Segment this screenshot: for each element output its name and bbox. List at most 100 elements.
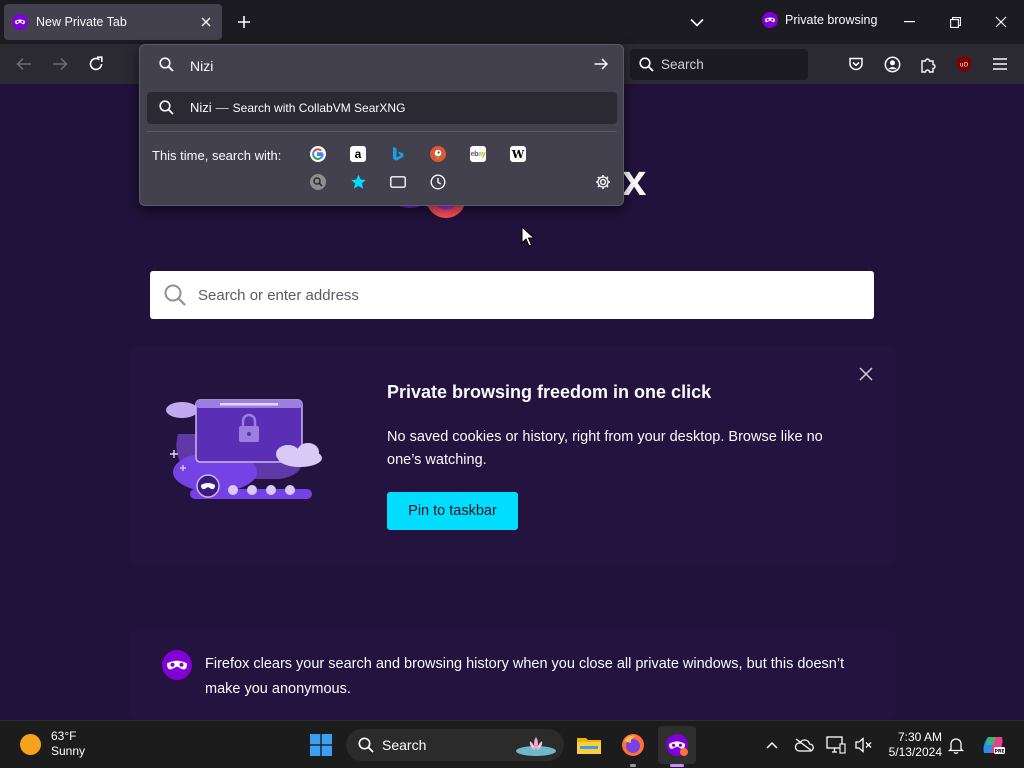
search-icon: [159, 57, 174, 77]
result-query: Nizi: [190, 100, 212, 115]
toolbar-search-box[interactable]: Search: [630, 49, 808, 80]
promo-close-icon[interactable]: [856, 364, 876, 384]
extensions-button[interactable]: [914, 50, 942, 78]
tabs-icon[interactable]: [387, 171, 409, 193]
promo-title: Private browsing freedom in one click: [387, 382, 712, 402]
account-button[interactable]: [878, 50, 906, 78]
tab-close-icon[interactable]: [198, 14, 214, 30]
close-icon: [995, 16, 1007, 28]
onedrive-icon[interactable]: [792, 733, 816, 757]
forward-button[interactable]: [46, 50, 74, 78]
plus-icon: [238, 16, 250, 28]
tab-new-private[interactable]: New Private Tab: [4, 4, 222, 40]
divider: [147, 131, 617, 132]
page-search-placeholder: Search or enter address: [198, 286, 359, 304]
urlbar-input[interactable]: Nizi: [140, 45, 623, 85]
firefox-private-icon: [666, 734, 688, 756]
list-all-tabs-button[interactable]: [686, 10, 708, 34]
private-mask-icon: [162, 650, 192, 685]
wikipedia-icon[interactable]: W: [507, 143, 529, 165]
weather-temp: 63°F: [51, 729, 77, 743]
searxng-icon[interactable]: [307, 171, 329, 193]
ublock-origin-icon: uO: [957, 56, 971, 72]
urlbar-result-search[interactable]: Nizi — Search with CollabVM SearXNG: [147, 92, 617, 124]
bing-icon[interactable]: [387, 143, 409, 165]
private-indicator-label: Private browsing: [785, 13, 878, 27]
hamburger-menu-icon: [993, 58, 1007, 70]
bookmarks-icon[interactable]: [347, 171, 369, 193]
reload-icon: [89, 56, 103, 71]
tab-title: New Private Tab: [36, 15, 127, 29]
private-mask-icon: [762, 12, 778, 28]
search-highlight-icon: [516, 737, 556, 756]
forward-arrow-icon: [53, 57, 68, 71]
folder-icon: [577, 738, 601, 754]
duckduckgo-icon[interactable]: [427, 143, 449, 165]
search-settings-gear-icon[interactable]: [592, 171, 614, 193]
firefox-wordmark-fragment: x: [622, 156, 647, 205]
windows-logo-icon: [310, 734, 332, 756]
result-separator: —: [215, 100, 229, 115]
back-arrow-icon: [16, 57, 31, 71]
svg-text:PRE: PRE: [994, 749, 1004, 755]
private-info-text: Firefox clears your search and browsing …: [205, 656, 845, 697]
search-icon: [159, 100, 174, 120]
chevron-down-icon: [690, 18, 704, 27]
close-window-button[interactable]: [978, 0, 1024, 44]
pin-to-taskbar-button[interactable]: Pin to taskbar: [387, 492, 518, 530]
file-explorer-button[interactable]: [570, 726, 608, 764]
history-icon[interactable]: [427, 171, 449, 193]
taskbar-search-box[interactable]: Search: [346, 729, 564, 761]
copilot-icon[interactable]: PRE: [978, 733, 1008, 757]
new-tab-button[interactable]: [232, 10, 256, 34]
puzzle-icon: [920, 57, 936, 73]
private-mask-icon: [12, 14, 28, 30]
pin-promo-illustration: [160, 394, 340, 514]
show-hidden-icons-chevron-icon[interactable]: [760, 733, 784, 757]
restore-button[interactable]: [932, 0, 978, 44]
windows-taskbar: 63°F Sunny Search 7:30 AM 5/13/2024 PRE: [0, 720, 1024, 768]
reload-button[interactable]: [82, 50, 110, 78]
google-icon[interactable]: [307, 143, 329, 165]
promo-description: No saved cookies or history, right from …: [387, 429, 823, 468]
network-icon[interactable]: [824, 733, 848, 757]
urlbar-dropdown: Nizi Nizi — Search with CollabVM SearXNG T…: [139, 44, 624, 206]
start-button[interactable]: [302, 726, 340, 764]
mouse-cursor-icon: [521, 225, 536, 252]
back-button[interactable]: [10, 50, 38, 78]
ebay-icon[interactable]: ebay: [467, 143, 489, 165]
minimize-button[interactable]: [886, 0, 932, 44]
svg-text:uO: uO: [960, 62, 969, 69]
pocket-icon: [849, 57, 863, 71]
restore-icon: [949, 16, 961, 28]
app-menu-button[interactable]: [986, 50, 1014, 78]
amazon-icon[interactable]: a: [347, 143, 369, 165]
volume-muted-icon[interactable]: [852, 733, 876, 757]
weather-desc: Sunny: [51, 744, 86, 758]
account-icon: [884, 56, 900, 72]
search-icon: [358, 737, 374, 753]
minimize-icon: [903, 21, 915, 23]
toolbar-search-placeholder: Search: [661, 57, 704, 72]
search-icon: [164, 284, 186, 306]
firefox-icon: [622, 734, 644, 756]
firefox-taskbar-button[interactable]: [614, 726, 652, 767]
urlbar-typed-text: Nizi: [190, 58, 214, 74]
page-search-input[interactable]: Search or enter address: [150, 271, 874, 319]
clock-date: 5/13/2024: [888, 745, 942, 759]
taskbar-search-label: Search: [382, 737, 427, 753]
one-off-search-label: This time, search with:: [152, 148, 282, 163]
weather-widget[interactable]: 63°F Sunny: [20, 729, 85, 759]
ublock-origin-button[interactable]: uO: [950, 50, 978, 78]
go-arrow-icon[interactable]: [593, 56, 609, 77]
system-clock[interactable]: 7:30 AM 5/13/2024: [882, 730, 942, 760]
pocket-button[interactable]: [842, 50, 870, 78]
result-action: Search with CollabVM SearXNG: [232, 101, 406, 115]
firefox-private-taskbar-button[interactable]: [658, 726, 696, 767]
notification-bell-icon[interactable]: [944, 733, 968, 757]
clock-time: 7:30 AM: [897, 730, 942, 744]
private-info-card: Firefox clears your search and browsing …: [130, 630, 896, 720]
tab-strip: New Private Tab Private browsing: [0, 0, 1024, 44]
search-icon: [639, 57, 654, 72]
sun-icon: [20, 733, 41, 755]
